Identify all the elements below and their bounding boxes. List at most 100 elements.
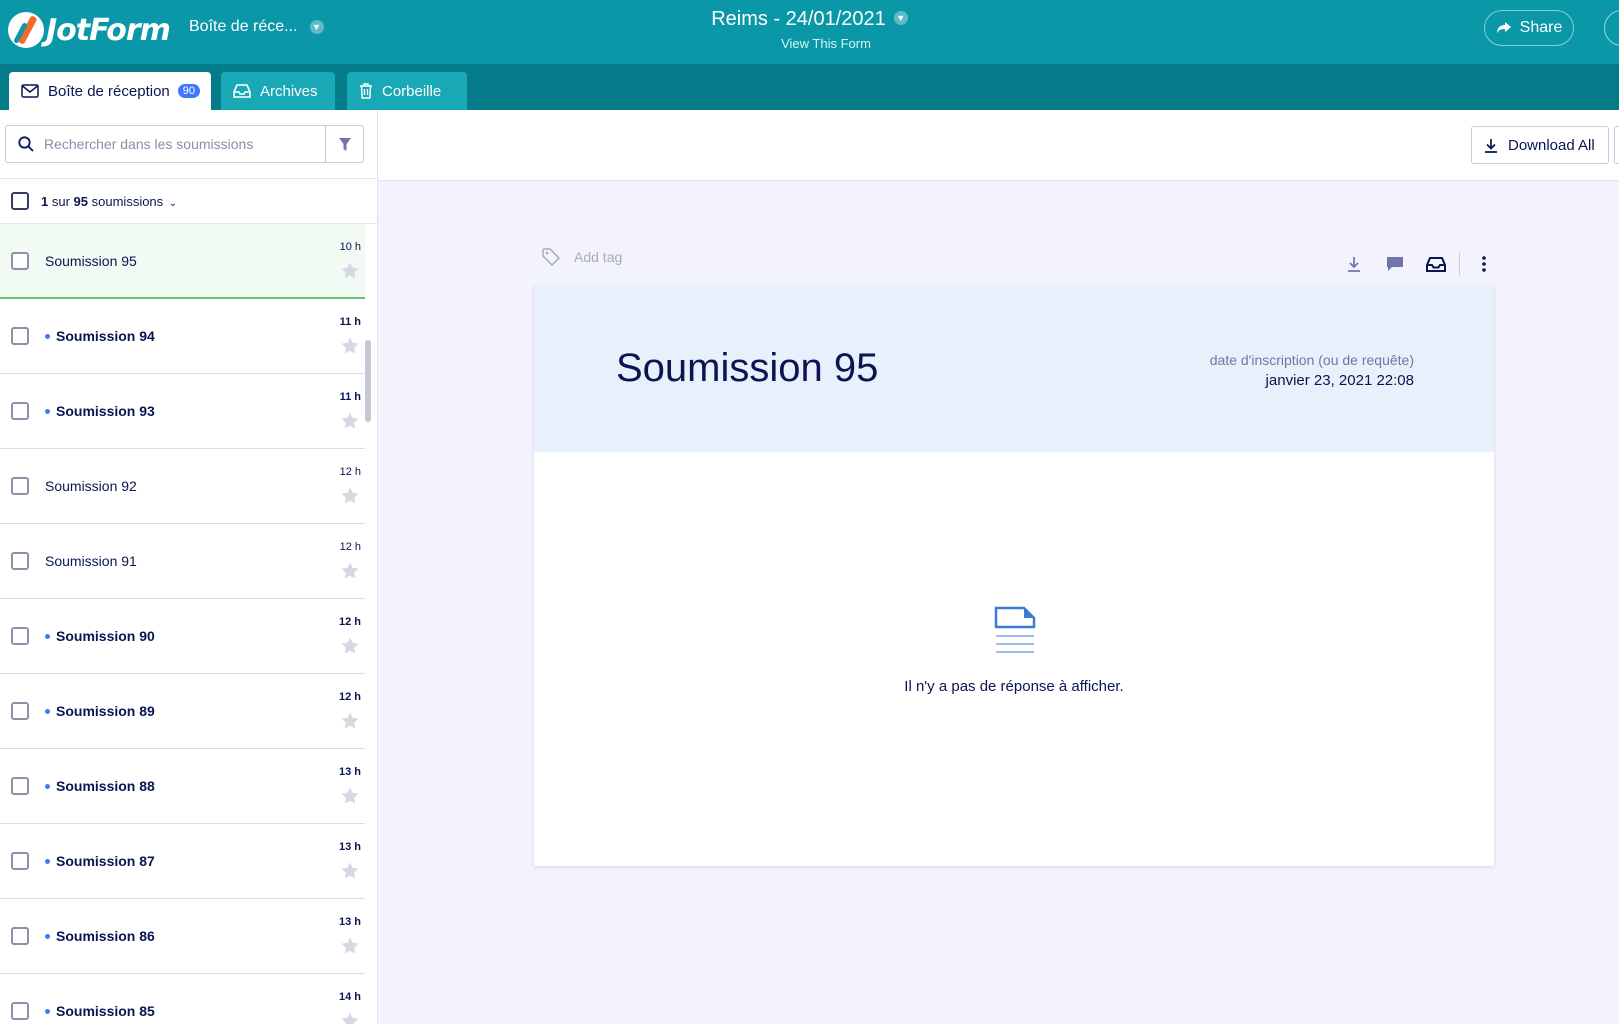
star-icon[interactable] [341, 712, 359, 729]
submission-name: Soumission 90 [45, 628, 155, 644]
submission-list: Soumission 95 10 h Soumission 94 11 h Soumis… [0, 224, 365, 1024]
search-icon [18, 136, 34, 152]
submission-count[interactable]: 1 sur 95 soumissions ⌄ [41, 194, 177, 209]
empty-message: Il n'y a pas de réponse à afficher. [904, 678, 1124, 695]
submission-row[interactable]: Soumission 95 10 h [0, 224, 365, 299]
submission-row[interactable]: Soumission 89 12 h [0, 674, 365, 749]
submission-card: Soumission 95 date d'inscription (ou de … [534, 286, 1494, 866]
row-checkbox[interactable] [11, 777, 29, 795]
submission-name: Soumission 91 [45, 553, 137, 569]
submission-actions [1340, 250, 1511, 278]
comment-icon [1387, 257, 1403, 271]
submission-time: 13 h [338, 841, 361, 853]
filter-icon [338, 137, 351, 151]
chevron-down-icon: ⌄ [168, 197, 178, 209]
submission-name: Soumission 93 [45, 403, 155, 419]
toolbar-divider [1459, 252, 1460, 276]
submission-time: 11 h [339, 316, 361, 328]
submission-row[interactable]: Soumission 88 13 h [0, 749, 365, 824]
star-icon[interactable] [341, 787, 359, 804]
submission-time: 14 h [338, 991, 361, 1003]
filter-button[interactable] [325, 126, 363, 162]
submission-row[interactable]: Soumission 87 13 h [0, 824, 365, 899]
tab-archives-label: Archives [260, 82, 318, 100]
row-checkbox[interactable] [11, 477, 29, 495]
tag-icon [542, 248, 560, 266]
submission-row[interactable]: Soumission 86 13 h [0, 899, 365, 974]
tab-trash-label: Corbeille [382, 82, 442, 100]
submissions-panel: 1 sur 95 soumissions ⌄ Soumission 95 10 h… [0, 110, 378, 1024]
scrollbar-thumb[interactable] [365, 340, 371, 422]
submission-row[interactable]: Soumission 85 14 h [0, 974, 365, 1024]
row-checkbox[interactable] [11, 252, 29, 270]
submission-row[interactable]: Soumission 93 11 h [0, 374, 365, 449]
submission-time: 10 h [339, 241, 361, 253]
submission-row[interactable]: Soumission 91 12 h [0, 524, 365, 599]
form-title-text: Reims - 24/01/2021 [711, 8, 886, 30]
add-tag-label: Add tag [574, 249, 623, 265]
tab-bar: Boîte de réception 90 Archives Corbeille [0, 64, 1619, 110]
submission-count-row: 1 sur 95 soumissions ⌄ [0, 178, 377, 224]
share-button[interactable]: Share [1484, 10, 1574, 46]
row-checkbox[interactable] [11, 552, 29, 570]
download-icon [1485, 138, 1497, 153]
submission-name: Soumission 88 [45, 778, 155, 794]
submission-time: 13 h [338, 916, 361, 928]
row-checkbox[interactable] [11, 927, 29, 945]
more-vertical-icon [1482, 256, 1486, 272]
star-icon[interactable] [341, 1012, 359, 1024]
empty-document-icon [994, 606, 1036, 653]
star-icon[interactable] [341, 637, 359, 654]
download-submission-button[interactable] [1340, 250, 1368, 278]
star-icon[interactable] [341, 337, 359, 354]
row-checkbox[interactable] [11, 1002, 29, 1020]
archive-button[interactable] [1422, 250, 1450, 278]
row-checkbox[interactable] [11, 327, 29, 345]
star-icon[interactable] [341, 937, 359, 954]
submission-date-value: janvier 23, 2021 22:08 [1265, 372, 1414, 389]
add-tag[interactable]: Add tag [542, 248, 622, 266]
envelope-icon [21, 84, 39, 98]
submission-time: 12 h [338, 691, 361, 703]
submission-time: 13 h [338, 766, 361, 778]
submission-date-label: date d'inscription (ou de requête) [1209, 352, 1414, 368]
row-checkbox[interactable] [11, 702, 29, 720]
view-form-link[interactable]: View This Form [0, 36, 1619, 51]
submission-title: Soumission 95 [616, 346, 879, 390]
submission-row[interactable]: Soumission 90 12 h [0, 599, 365, 674]
comment-button[interactable] [1381, 250, 1409, 278]
row-checkbox[interactable] [11, 402, 29, 420]
trash-icon [360, 83, 372, 99]
tab-trash[interactable]: Corbeille [347, 72, 467, 110]
more-options-button[interactable] [1470, 250, 1498, 278]
download-all-label: Download All [1508, 136, 1595, 154]
submission-time: 12 h [339, 541, 361, 553]
chevron-down-icon: ▼ [893, 11, 908, 26]
row-checkbox[interactable] [11, 627, 29, 645]
download-all-button[interactable]: Download All [1471, 126, 1609, 164]
star-icon[interactable] [341, 562, 359, 579]
submission-time: 12 h [339, 466, 361, 478]
unread-count-badge: 90 [177, 84, 201, 98]
row-checkbox[interactable] [11, 852, 29, 870]
select-all-checkbox[interactable] [11, 192, 29, 210]
tab-archives[interactable]: Archives [221, 72, 335, 110]
tab-inbox[interactable]: Boîte de réception 90 [9, 72, 211, 110]
star-icon[interactable] [341, 487, 359, 504]
star-icon[interactable] [341, 862, 359, 879]
submission-row[interactable]: Soumission 92 12 h [0, 449, 365, 524]
form-title[interactable]: Reims - 24/01/2021 ▼ [0, 8, 1619, 31]
star-icon[interactable] [341, 412, 359, 429]
share-label: Share [1519, 19, 1563, 36]
submission-name: Soumission 92 [45, 478, 137, 494]
submission-time: 11 h [339, 391, 361, 403]
detail-toolbar: Download All [378, 110, 1619, 181]
submission-row[interactable]: Soumission 94 11 h [0, 299, 365, 374]
submission-name: Soumission 89 [45, 703, 155, 719]
submission-name: Soumission 85 [45, 1003, 155, 1019]
more-toolbar-button[interactable] [1614, 126, 1619, 164]
submission-name: Soumission 86 [45, 928, 155, 944]
search-input[interactable] [42, 135, 316, 153]
star-icon[interactable] [341, 262, 359, 279]
submission-time: 12 h [338, 616, 361, 628]
